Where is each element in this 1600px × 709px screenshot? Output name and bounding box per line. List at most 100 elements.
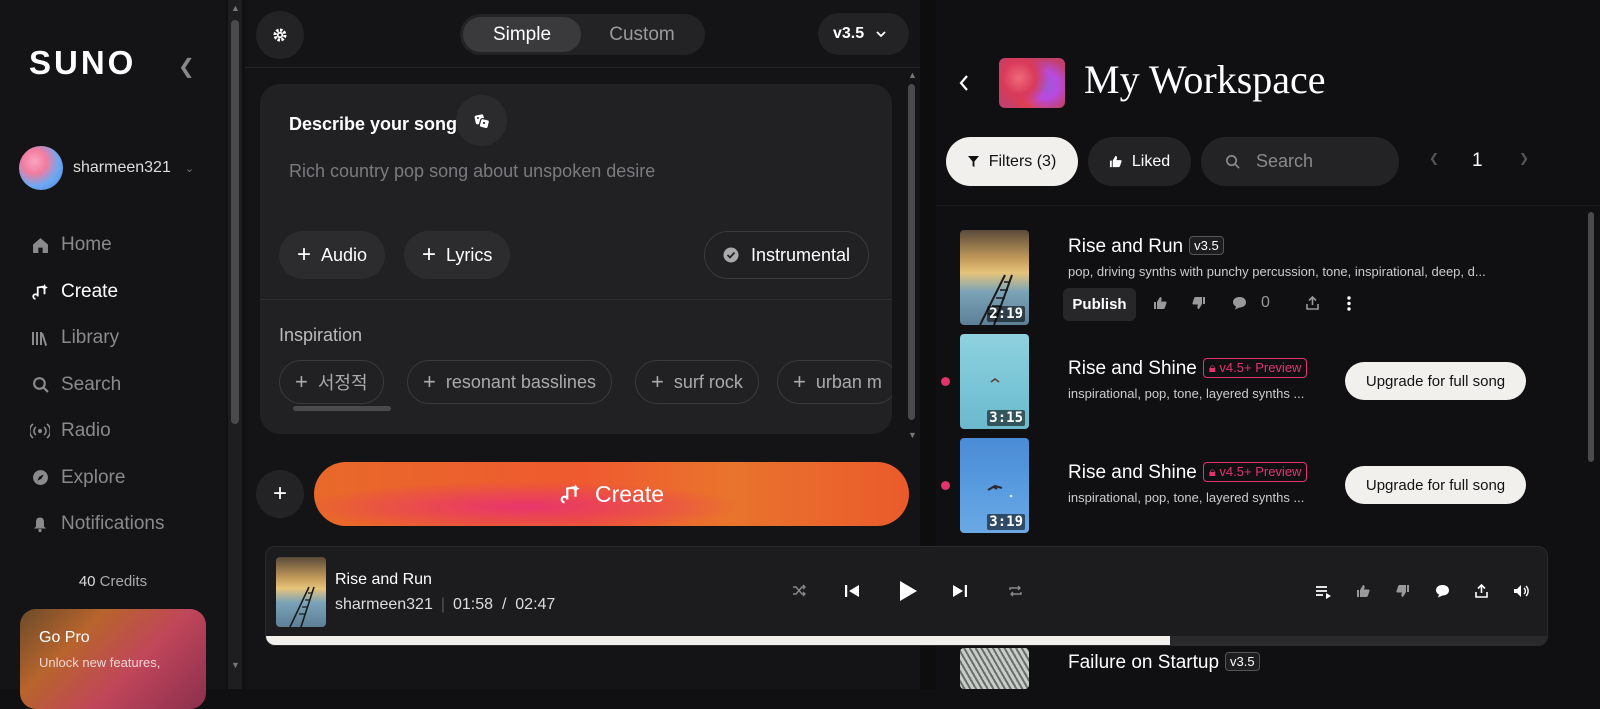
song-title[interactable]: Failure on Startup v3.5: [1068, 652, 1260, 674]
plus-icon: +: [272, 480, 287, 507]
go-pro-title: Go Pro: [39, 629, 90, 646]
liked-label: Liked: [1131, 152, 1171, 170]
dice-button[interactable]: [456, 95, 507, 146]
create-panel-scrollbar[interactable]: ▲ ▼: [906, 70, 918, 442]
scroll-down-icon[interactable]: ▼: [231, 660, 240, 670]
comment-icon[interactable]: [1232, 296, 1247, 313]
chips-scrollbar[interactable]: [293, 406, 391, 411]
song-list-scrollbar[interactable]: [1586, 206, 1596, 656]
song-title-text: Rise and Run: [1068, 236, 1184, 257]
sidebar-item-radio[interactable]: Radio: [30, 408, 165, 455]
sidebar-item-notifications[interactable]: Notifications: [30, 501, 165, 548]
thumbs-up-icon: [1109, 155, 1122, 168]
add-button[interactable]: +: [256, 470, 304, 518]
scrollbar-thumb[interactable]: [908, 84, 915, 420]
publish-button[interactable]: Publish: [1063, 288, 1136, 321]
share-icon[interactable]: [1306, 295, 1319, 313]
sidebar-item-create[interactable]: Create: [30, 269, 165, 316]
back-button[interactable]: [958, 68, 970, 99]
instrumental-toggle[interactable]: Instrumental: [704, 231, 870, 279]
model-version-select[interactable]: v3.5: [818, 13, 909, 55]
collapse-sidebar-icon[interactable]: ❮: [178, 54, 195, 79]
sidebar-item-library[interactable]: Library: [30, 315, 165, 362]
song-tags: pop, driving synths with punchy percussi…: [1068, 264, 1486, 279]
song-cover-image: 3:19: [960, 438, 1029, 533]
workspace-search-input[interactable]: Search: [1201, 137, 1399, 186]
thumbs-down-icon[interactable]: [1192, 296, 1206, 313]
sidebar-item-label: Home: [61, 234, 112, 256]
song-description-input[interactable]: Rich country pop song about unspoken des…: [289, 161, 655, 182]
repeat-icon[interactable]: [1008, 584, 1023, 603]
next-track-icon[interactable]: [952, 583, 968, 604]
filters-button[interactable]: Filters (3): [946, 137, 1078, 186]
now-playing-artist[interactable]: sharmeen321: [335, 596, 433, 613]
sidebar-item-home[interactable]: Home: [30, 222, 165, 269]
thumbs-up-icon[interactable]: [1356, 584, 1370, 603]
mode-toggle: Simple Custom: [460, 14, 705, 55]
add-lyrics-label: Lyrics: [446, 244, 493, 265]
song-tags: inspirational, pop, tone, layered synths…: [1068, 490, 1305, 505]
play-icon[interactable]: [899, 580, 918, 607]
add-lyrics-button[interactable]: + Lyrics: [404, 231, 511, 279]
comment-icon[interactable]: [1435, 584, 1450, 603]
song-title[interactable]: Rise and Shine 🔒︎ v4.5+ Preview: [1068, 462, 1308, 484]
upgrade-button[interactable]: Upgrade for full song: [1345, 466, 1526, 504]
sidebar-item-explore[interactable]: Explore: [30, 455, 165, 502]
tab-custom[interactable]: Custom: [583, 17, 701, 52]
suno-logo[interactable]: SUNO: [29, 44, 136, 82]
liked-button[interactable]: Liked: [1088, 137, 1191, 186]
inspiration-chip[interactable]: + urban m: [777, 360, 892, 404]
inspiration-chip[interactable]: + surf rock: [635, 360, 759, 404]
scroll-up-icon[interactable]: ▲: [231, 3, 240, 13]
next-page-icon[interactable]: ❯: [1519, 151, 1529, 165]
scroll-up-icon[interactable]: ▲: [908, 70, 917, 80]
shuffle-icon[interactable]: [792, 584, 807, 602]
user-menu[interactable]: sharmeen321 ⌄: [19, 146, 194, 190]
chip-label: urban m: [815, 371, 882, 392]
credits-label: Credits: [99, 573, 148, 590]
now-playing-title[interactable]: Rise and Run: [335, 571, 432, 589]
create-button[interactable]: Create: [314, 462, 909, 526]
settings-button[interactable]: [256, 11, 304, 59]
share-icon[interactable]: [1475, 583, 1488, 603]
sidebar-item-search[interactable]: Search: [30, 362, 165, 409]
queue-icon[interactable]: [1315, 585, 1332, 604]
media-player: Rise and Run sharmeen321 | 01:58 / 02:47: [265, 546, 1548, 646]
inspiration-label: Inspiration: [279, 325, 363, 345]
tab-simple[interactable]: Simple: [463, 17, 581, 52]
sidebar-item-label: Explore: [61, 466, 126, 488]
more-options-icon[interactable]: [1347, 296, 1351, 314]
scrollbar-thumb[interactable]: [231, 20, 239, 424]
add-audio-button[interactable]: + Audio: [279, 231, 386, 279]
now-playing-cover: [276, 557, 326, 627]
sidebar-item-label: Radio: [61, 420, 111, 442]
describe-song-label: Describe your song: [289, 114, 458, 134]
thumbs-down-icon[interactable]: [1396, 584, 1410, 603]
add-audio-label: Audio: [321, 244, 368, 265]
thumbs-up-icon[interactable]: [1153, 296, 1167, 313]
go-pro-card[interactable]: Go Pro Unlock new features,: [20, 609, 206, 709]
preview-badge: 🔒︎ v4.5+ Preview: [1202, 462, 1308, 482]
song-title[interactable]: Rise and Shine 🔒︎ v4.5+ Preview: [1068, 358, 1308, 380]
create-topbar: Simple Custom v3.5: [245, 0, 920, 68]
volume-icon[interactable]: [1513, 584, 1530, 603]
previous-track-icon[interactable]: [844, 583, 860, 604]
divider: [260, 299, 892, 300]
sidebar-scrollbar[interactable]: ▲ ▼: [228, 0, 242, 689]
scroll-down-icon[interactable]: ▼: [908, 430, 917, 440]
song-title[interactable]: Rise and Run v3.5: [1068, 236, 1224, 258]
upgrade-button[interactable]: Upgrade for full song: [1345, 362, 1526, 400]
dice-icon: [474, 113, 490, 129]
lock-icon: 🔒︎: [1208, 464, 1216, 479]
song-duration: 3:15: [987, 410, 1025, 426]
previous-page-icon[interactable]: ❮: [1429, 151, 1439, 165]
progress-fill[interactable]: [266, 636, 1171, 645]
inspiration-chip[interactable]: + 서정적: [279, 360, 384, 404]
time-separator: /: [501, 596, 507, 613]
chevron-left-icon: [959, 75, 968, 91]
inspiration-chip[interactable]: + resonant basslines: [407, 360, 612, 404]
scrollbar-thumb[interactable]: [1588, 212, 1594, 462]
song-row[interactable]: 2:19: [936, 230, 1576, 330]
chip-label: surf rock: [673, 371, 743, 392]
workspace-title: My Workspace: [1084, 57, 1326, 102]
